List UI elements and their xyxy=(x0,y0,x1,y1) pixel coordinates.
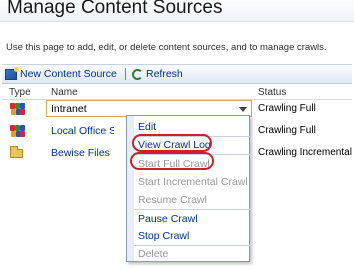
sharepoint-sites-icon xyxy=(10,125,25,138)
content-source-link[interactable]: Local Office Sha xyxy=(51,125,114,137)
new-content-source-button[interactable]: New Content Source xyxy=(5,66,117,81)
new-item-icon xyxy=(5,66,19,80)
refresh-label: Refresh xyxy=(146,68,183,80)
menu-item-stop-crawl[interactable]: Stop Crawl xyxy=(138,230,189,246)
toolbar-separator xyxy=(125,68,126,80)
refresh-button[interactable]: Refresh xyxy=(132,67,183,81)
content-source-name: Intranet xyxy=(51,103,87,115)
crawl-status: Crawling Incremental xyxy=(258,147,352,158)
menu-item-delete: Delete xyxy=(138,248,169,260)
chevron-down-icon[interactable] xyxy=(239,107,247,112)
menu-item-pause-crawl[interactable]: Pause Crawl xyxy=(138,213,198,229)
menu-separator xyxy=(134,209,250,210)
sharepoint-sites-icon xyxy=(10,103,25,116)
toolbar: New Content Source Refresh xyxy=(2,64,352,84)
column-header-name: Name xyxy=(51,87,78,98)
refresh-icon xyxy=(132,68,143,80)
content-source-link[interactable]: Bewise Files xyxy=(51,147,114,159)
column-header-status: Status xyxy=(258,87,287,98)
menu-item-view-crawl-log[interactable]: View Crawl Log xyxy=(138,139,211,155)
menu-item-start-full-crawl: Start Full Crawl xyxy=(138,158,210,170)
new-content-source-label: New Content Source xyxy=(20,68,117,80)
menu-item-edit[interactable]: Edit xyxy=(138,121,156,137)
menu-item-start-incremental-crawl: Start Incremental Crawl xyxy=(138,176,248,188)
file-share-folder-icon xyxy=(10,146,23,158)
menu-separator xyxy=(134,136,250,137)
title-bar: Manage Content Sources xyxy=(0,0,354,22)
crawl-status: Crawling Full xyxy=(258,103,316,114)
page-description: Use this page to add, edit, or delete co… xyxy=(6,42,327,53)
menu-separator xyxy=(134,154,250,155)
menu-item-resume-crawl: Resume Crawl xyxy=(138,194,207,206)
content-source-context-menu: Edit View Crawl Log Start Full Crawl Sta… xyxy=(126,115,250,262)
page-title: Manage Content Sources xyxy=(7,0,223,18)
crawl-status: Crawling Full xyxy=(258,125,316,136)
table-header: Type Name Status xyxy=(2,86,352,100)
column-header-type: Type xyxy=(9,87,31,98)
menu-separator xyxy=(134,245,250,246)
menu-gutter xyxy=(127,116,134,261)
